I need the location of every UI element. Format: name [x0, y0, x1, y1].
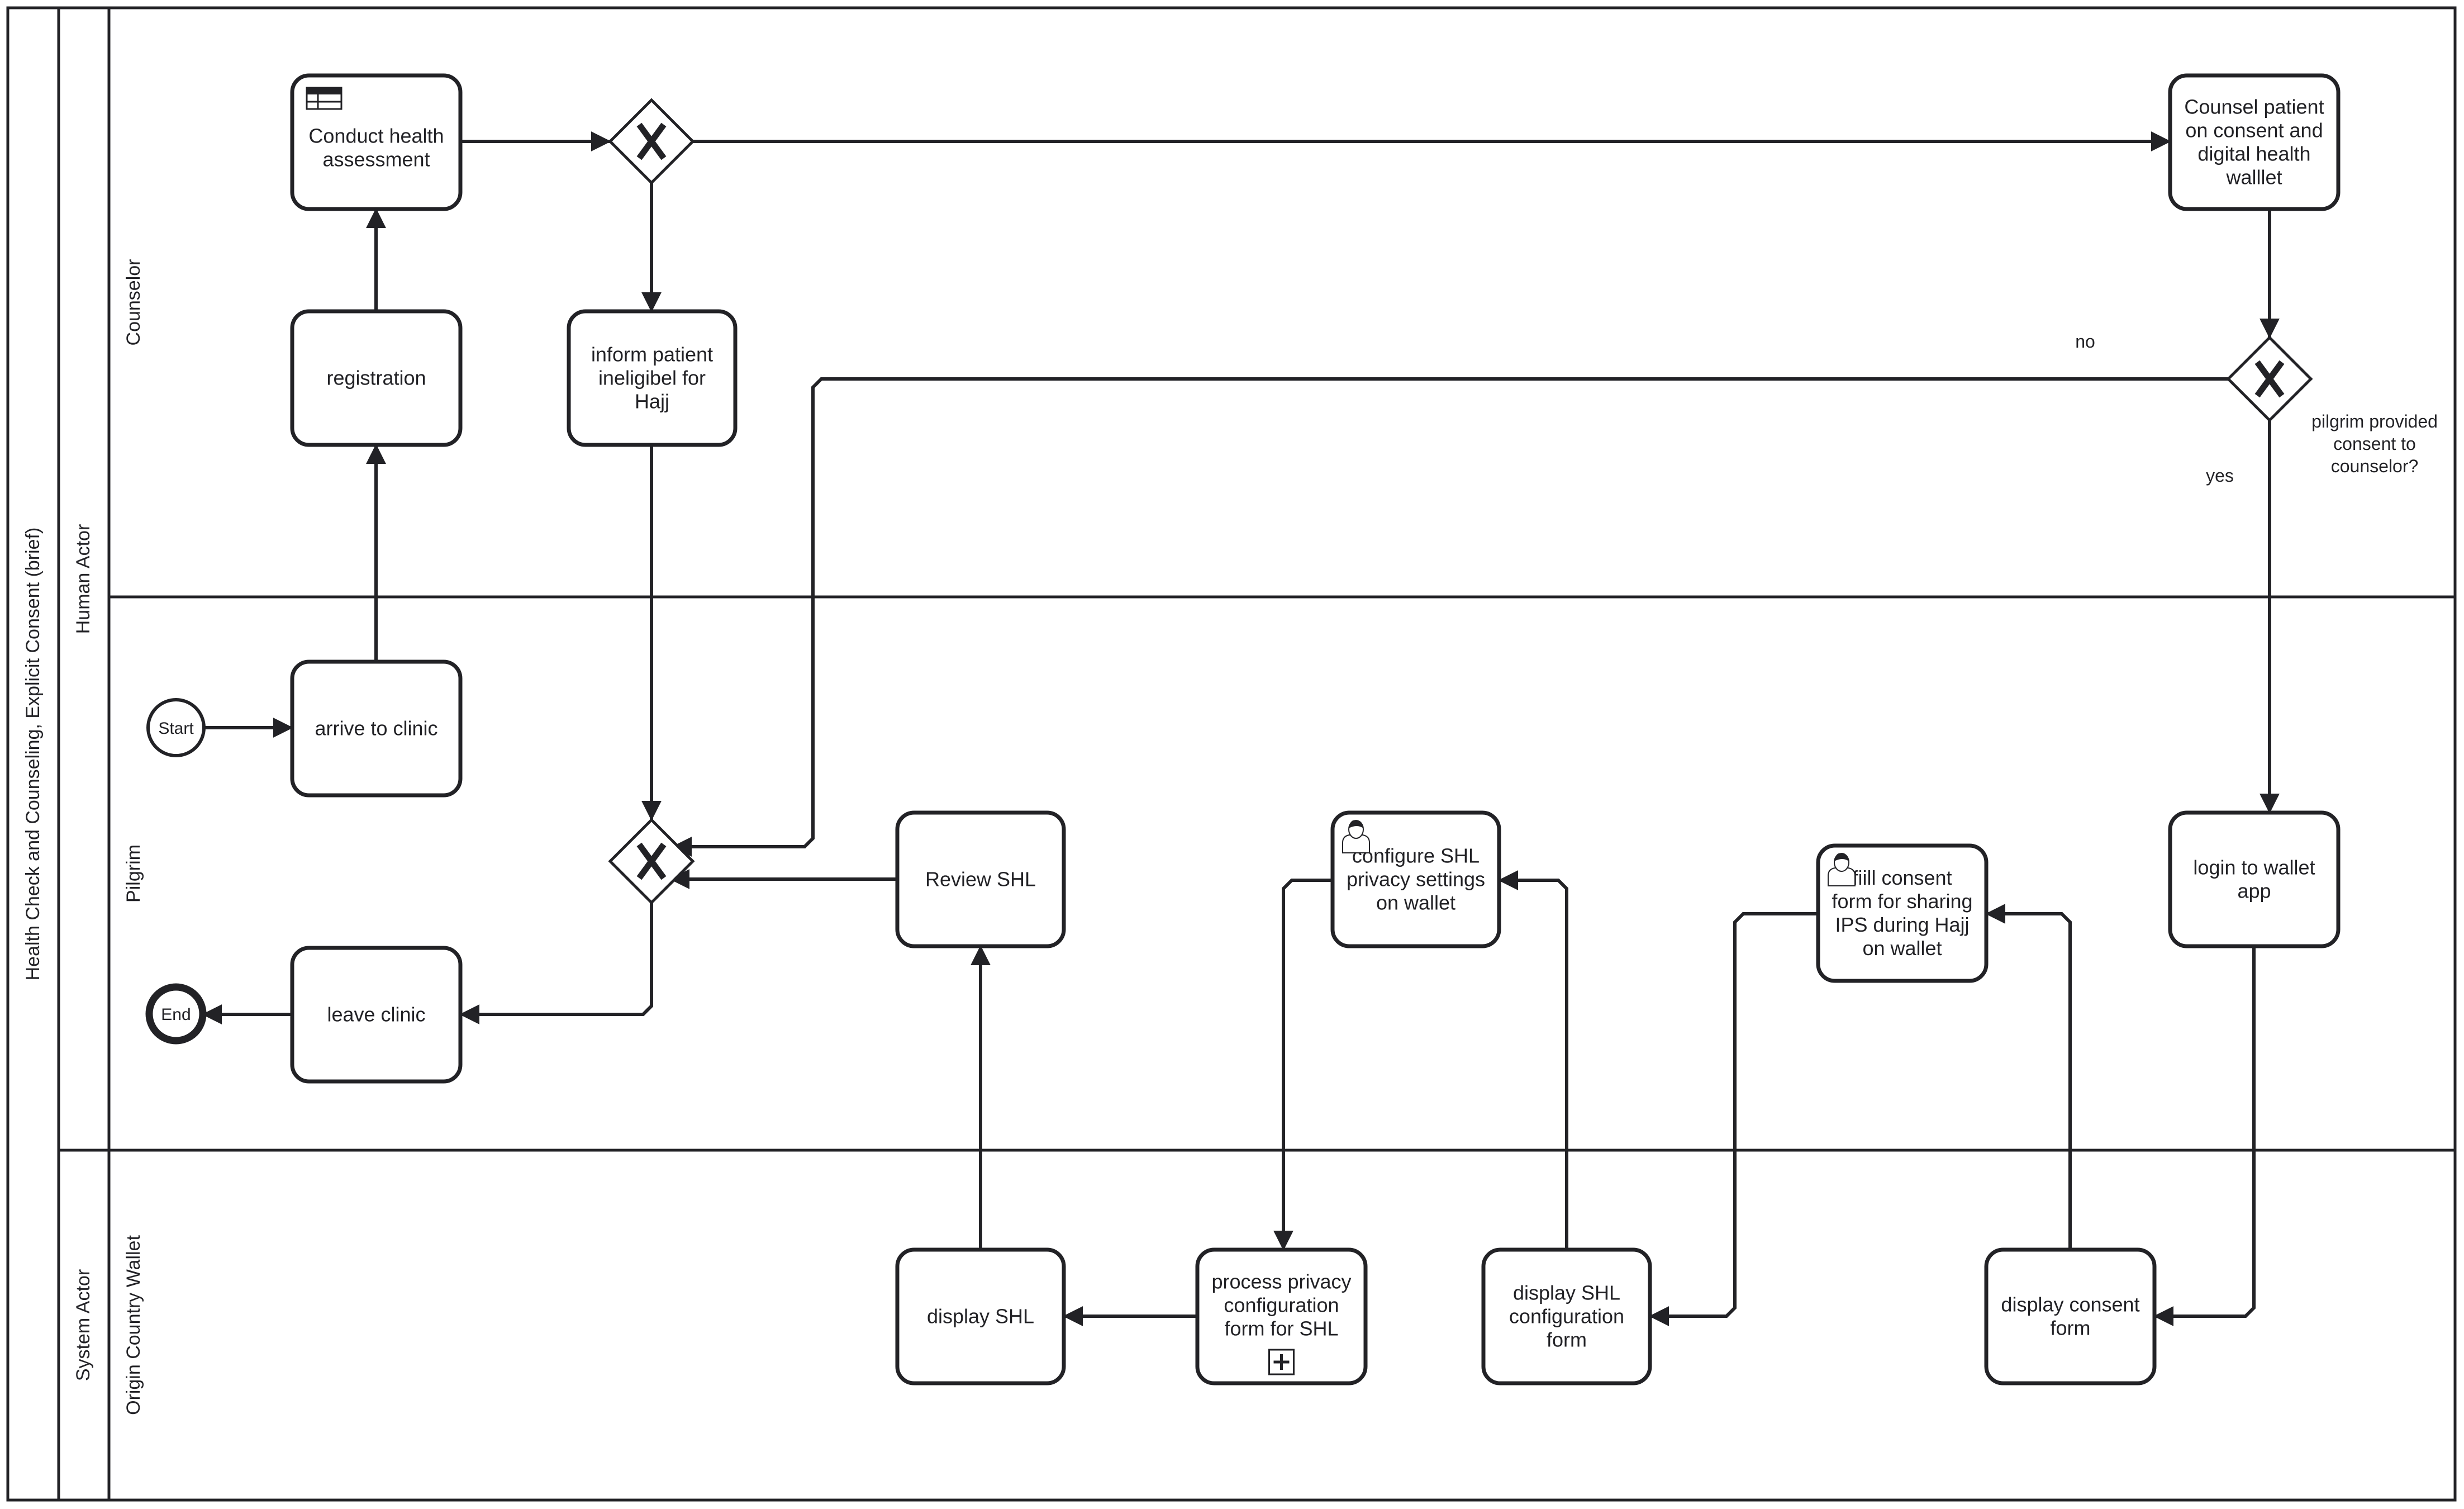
task-label: on consent and: [2185, 119, 2323, 142]
sequence-flows: [202, 131, 2280, 1326]
lane-group-system-actor: System Actor: [73, 1269, 94, 1381]
flow-label-yes: yes: [2206, 466, 2234, 486]
task-label: on wallet: [1862, 937, 1942, 960]
task-displayconsent[interactable]: display consentform: [1984, 1247, 2157, 1385]
sequence-flow-fill-to-displayconfig[interactable]: [1649, 912, 1818, 1326]
task-label: on wallet: [1376, 891, 1455, 914]
end-event-label: End: [161, 1005, 191, 1024]
sequence-flow-gw_merge-to-leave[interactable]: [459, 903, 653, 1024]
task-label: configuration: [1509, 1305, 1624, 1328]
task-inform[interactable]: inform patientineligibel forHajj: [567, 309, 738, 447]
task-leave[interactable]: leave clinic: [290, 946, 463, 1084]
lane-label-pilgrim: Pilgrim: [123, 844, 144, 903]
start-event-label: Start: [158, 719, 194, 738]
task-label: fiill consent: [1852, 866, 1952, 889]
gateway-label-line: consent to: [2333, 434, 2416, 454]
task-label: login to wallet: [2193, 856, 2315, 879]
task-label: form for SHL: [1224, 1317, 1338, 1340]
task-label: privacy settings: [1347, 868, 1485, 891]
task-label: process privacy: [1211, 1270, 1351, 1293]
gateway-label-line: pilgrim provided: [2311, 411, 2438, 431]
task-configure[interactable]: configure SHLprivacy settingson wallet: [1330, 810, 1501, 948]
end-event[interactable]: End: [145, 983, 207, 1045]
sequence-flow-displayconsent-to-fill[interactable]: [1985, 904, 2072, 1250]
task-label: form for sharing: [1832, 890, 1972, 913]
task-counsel[interactable]: Counsel patienton consent anddigital hea…: [2168, 73, 2341, 211]
task-login[interactable]: login to walletapp: [2168, 810, 2341, 948]
flow-nodes: Conduct healthassessment registration info…: [145, 73, 2341, 1385]
task-displayconfig[interactable]: display SHLconfigurationform: [1481, 1247, 1652, 1385]
gateway-label-line: counselor?: [2331, 456, 2419, 476]
task-label: display SHL: [927, 1305, 1034, 1328]
lane-label-counselor: Counselor: [123, 259, 144, 346]
task-conduct[interactable]: Conduct healthassessment: [290, 73, 463, 211]
task-label: digital health: [2197, 143, 2310, 165]
task-label: inform patient: [591, 343, 713, 366]
task-label: display SHL: [1513, 1282, 1620, 1304]
task-label: arrive to clinic: [315, 717, 437, 740]
task-label: leave clinic: [327, 1003, 425, 1026]
task-label: IPS during Hajj: [1835, 913, 1969, 936]
exclusive-gateway-gw_merge[interactable]: [608, 818, 695, 905]
task-label: Conduct health: [308, 125, 444, 148]
exclusive-gateway-gw_consent[interactable]: [2226, 335, 2313, 423]
task-label: configure SHL: [1352, 844, 1480, 867]
task-displayshl[interactable]: display SHL: [895, 1247, 1066, 1385]
task-label: form: [2051, 1317, 2091, 1340]
subprocess-expand-icon[interactable]: [1268, 1349, 1295, 1375]
task-label: display consent: [2001, 1293, 2139, 1316]
pool-title: Health Check and Counseling, Explicit Co…: [22, 528, 44, 981]
task-label: assessment: [322, 148, 430, 171]
task-label: ineligibel for: [598, 367, 706, 390]
task-registration[interactable]: registration: [290, 309, 463, 447]
exclusive-gateway-gw_eligible[interactable]: [608, 98, 695, 185]
task-label: Hajj: [635, 390, 669, 413]
task-label: app: [2237, 880, 2271, 903]
task-label: form: [1547, 1328, 1587, 1351]
lane-label-origin-country-wallet: Origin Country Wallet: [123, 1235, 144, 1415]
flow-label-no: no: [2075, 331, 2095, 352]
task-label: configuration: [1224, 1294, 1339, 1317]
sequence-flow-configure-to-process[interactable]: [1273, 879, 1333, 1251]
task-process[interactable]: process privacyconfigurationform for SHL: [1195, 1247, 1368, 1385]
sequence-flow-login-to-displayconsent[interactable]: [2153, 946, 2256, 1326]
sequence-flow-gw_consent-to-gw_merge[interactable]: [672, 377, 2228, 857]
task-label: registration: [326, 367, 426, 390]
sequence-flow-displayconfig-to-configure[interactable]: [1498, 870, 1568, 1250]
lane-group-human-actor: Human Actor: [73, 524, 94, 634]
task-arrive[interactable]: arrive to clinic: [290, 659, 463, 798]
task-review[interactable]: Review SHL: [895, 810, 1066, 948]
task-label: walllet: [2225, 166, 2282, 189]
business-rule-icon: [306, 87, 343, 110]
start-event[interactable]: Start: [146, 698, 206, 757]
task-fill[interactable]: fiill consentform for sharingIPS during …: [1816, 843, 1989, 983]
task-label: Counsel patient: [2184, 96, 2324, 118]
bpmn-diagram: Health Check and Counseling, Explicit Co…: [6, 6, 2457, 1502]
task-label: Review SHL: [925, 868, 1036, 891]
